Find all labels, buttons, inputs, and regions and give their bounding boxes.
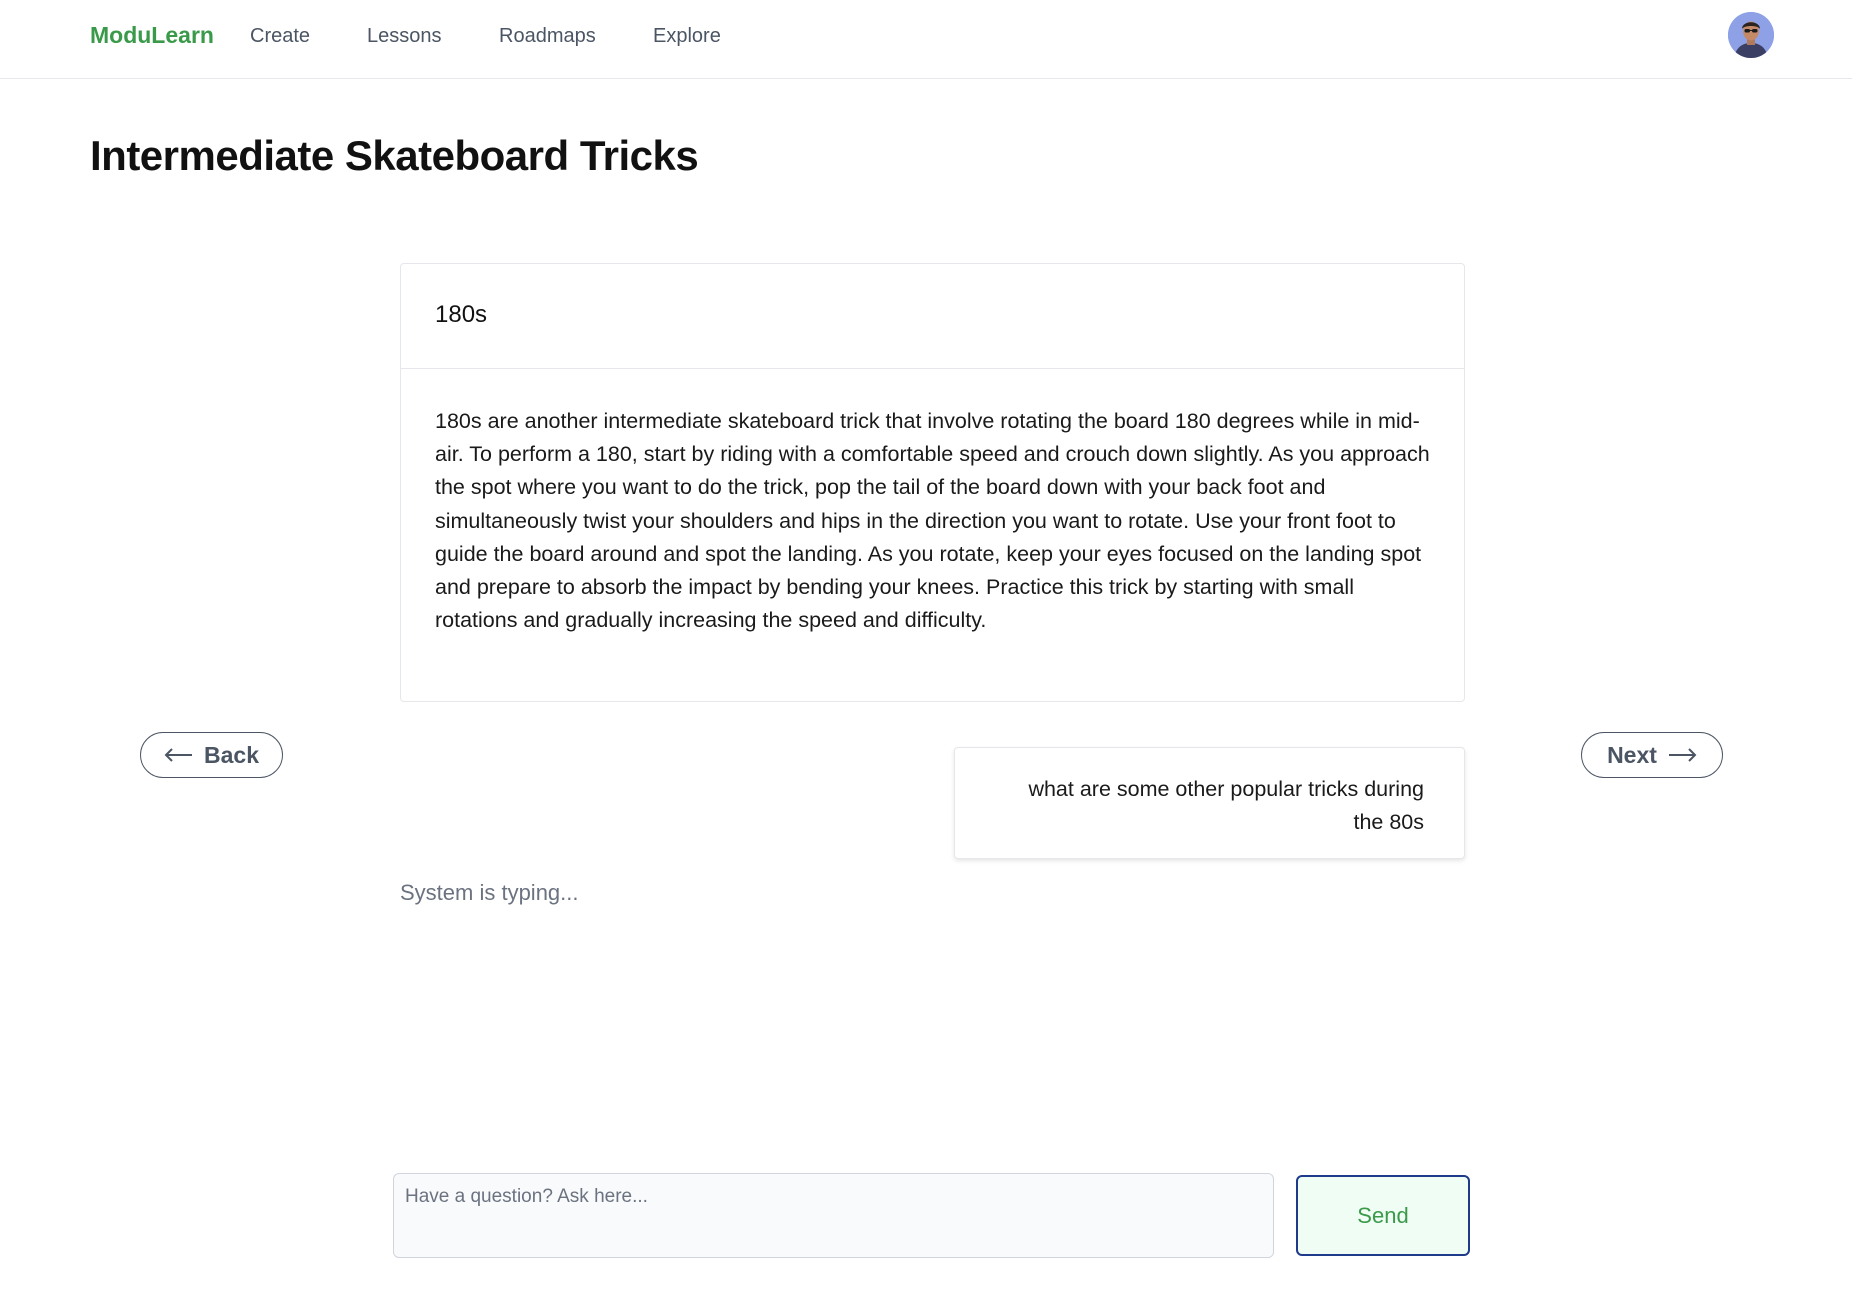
- back-button[interactable]: Back: [140, 732, 283, 778]
- lesson-card: 180s 180s are another intermediate skate…: [400, 263, 1465, 702]
- nav-link-explore[interactable]: Explore: [653, 25, 721, 48]
- lesson-heading: 180s: [401, 264, 1464, 369]
- user-avatar-icon: [1728, 12, 1774, 58]
- user-avatar[interactable]: [1728, 12, 1774, 58]
- lesson-body-text: 180s are another intermediate skateboard…: [435, 409, 1430, 633]
- user-chat-message: what are some other popular tricks durin…: [954, 747, 1465, 859]
- top-navbar: ModuLearn Create Lessons Roadmaps Explor…: [0, 0, 1852, 79]
- brand-logo-link[interactable]: ModuLearn: [90, 22, 214, 49]
- typing-status: System is typing...: [400, 880, 579, 905]
- next-button-label: Next: [1607, 741, 1657, 768]
- send-button[interactable]: Send: [1296, 1175, 1470, 1256]
- nav-link-roadmaps[interactable]: Roadmaps: [499, 25, 596, 48]
- nav-link-lessons[interactable]: Lessons: [367, 25, 442, 48]
- nav-link-create[interactable]: Create: [250, 25, 310, 48]
- back-button-label: Back: [204, 741, 259, 768]
- question-input[interactable]: [393, 1173, 1274, 1258]
- next-button[interactable]: Next: [1581, 732, 1723, 778]
- page-title: Intermediate Skateboard Tricks: [90, 132, 699, 179]
- arrow-left-icon: [164, 748, 192, 762]
- arrow-right-icon: [1668, 748, 1697, 762]
